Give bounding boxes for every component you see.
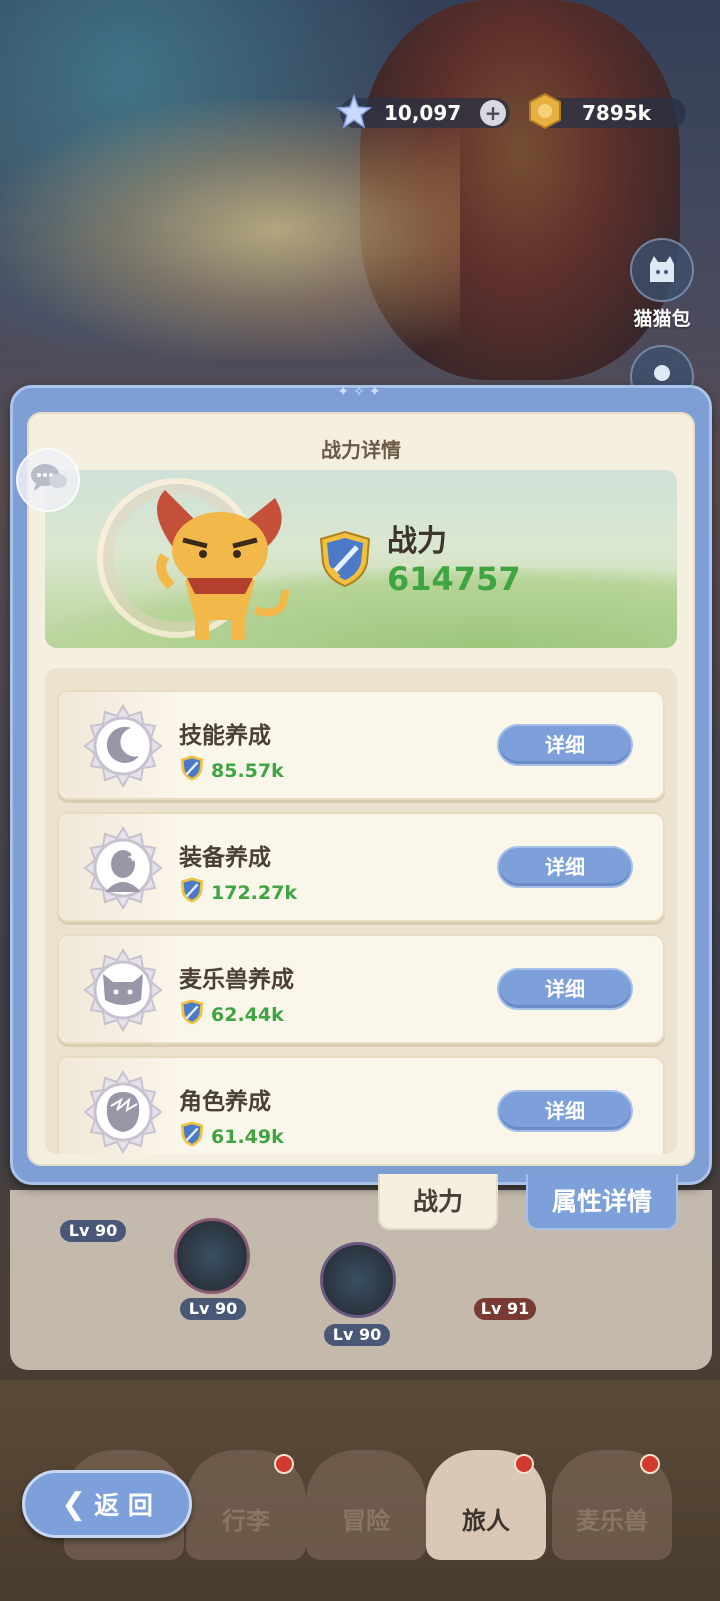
row-value: 61.49k [179, 1120, 284, 1153]
list-item: 麦乐兽养成 62.44k 详细 [57, 934, 665, 1044]
notification-dot [640, 1454, 660, 1474]
shield-sword-icon [179, 1120, 205, 1153]
panel-body: 战力详情 战力 614757 技能养成 85.57k 详细 装备养成 172.2… [27, 412, 695, 1166]
row-name: 技能养成 [179, 723, 271, 749]
detail-button[interactable]: 详细 [497, 846, 633, 888]
level-badge: Lv 90 [180, 1298, 246, 1320]
shield-sword-icon [179, 998, 205, 1031]
power-label: 战力 [387, 524, 447, 559]
list-item: 技能养成 85.57k 详细 [57, 690, 665, 800]
nav-item-adventure[interactable]: 冒险 [306, 1450, 426, 1560]
notification-dot [274, 1454, 294, 1474]
row-value: 62.44k [179, 998, 284, 1031]
detail-button[interactable]: 详细 [497, 1090, 633, 1132]
gold-counter: 7895k [529, 92, 686, 130]
detail-button[interactable]: 详细 [497, 724, 633, 766]
gem-star-icon [334, 92, 374, 132]
add-gems-button[interactable]: + [480, 100, 506, 126]
alien-head-icon [81, 826, 165, 910]
row-value: 172.27k [179, 876, 297, 909]
back-arrow-icon: ❮ [61, 1486, 87, 1522]
gem-counter: 10,097 + [336, 94, 510, 129]
level-badge: Lv 90 [324, 1324, 390, 1346]
shield-sword-icon [317, 529, 373, 593]
total-power: 战力 614757 [317, 524, 521, 598]
back-button[interactable]: ❮ 返 回 [22, 1470, 192, 1538]
row-name: 麦乐兽养成 [179, 967, 294, 993]
list-item: 装备养成 172.27k 详细 [57, 812, 665, 922]
gold-amount: 7895k [582, 101, 651, 125]
back-label: 返 回 [94, 1491, 153, 1520]
hero-card: 战力 614757 [45, 470, 677, 648]
cat-character-portrait [135, 470, 305, 648]
power-value: 614757 [387, 560, 521, 598]
tab-power[interactable]: 战力 [378, 1174, 498, 1230]
cat-bag-label: 猫猫包 [633, 308, 691, 330]
row-name: 装备养成 [179, 845, 271, 871]
character-head-icon [81, 1070, 165, 1154]
chat-bubble-icon [28, 461, 68, 499]
cat-bag-button[interactable]: 猫猫包 [622, 238, 702, 331]
shield-sword-icon [179, 876, 205, 909]
gold-coin-icon [526, 92, 566, 132]
level-badge: Lv 91 [474, 1298, 536, 1320]
nav-item-traveler[interactable]: 旅人 [426, 1450, 546, 1560]
cat-bag-icon [630, 238, 694, 302]
gem-amount: 10,097 [384, 101, 462, 125]
list-item: 角色养成 61.49k 详细 [57, 1056, 665, 1154]
nav-item-mellow-beast[interactable]: 麦乐兽 [552, 1450, 672, 1560]
notification-dot [514, 1454, 534, 1474]
skill-node[interactable] [174, 1218, 250, 1294]
row-value: 85.57k [179, 754, 284, 787]
shield-sword-icon [179, 754, 205, 787]
panel-ornament: ✦✧✦ [337, 384, 385, 400]
skill-node[interactable] [320, 1242, 396, 1318]
power-breakdown-list: 技能养成 85.57k 详细 装备养成 172.27k 详细 麦乐兽养成 62.… [45, 668, 677, 1154]
row-name: 角色养成 [179, 1089, 271, 1115]
power-detail-panel: ✦✧✦ 战力详情 战力 614757 技能养成 85.57k 详细 装备养成 1… [10, 384, 712, 1185]
panel-title: 战力详情 [321, 438, 401, 462]
moon-star-icon [81, 704, 165, 788]
detail-button[interactable]: 详细 [497, 968, 633, 1010]
nav-item-luggage[interactable]: 行李 [186, 1450, 306, 1560]
chat-button[interactable] [16, 448, 80, 512]
level-badge: Lv 90 [60, 1220, 126, 1242]
tab-attribute-details[interactable]: 属性详情 [526, 1174, 678, 1230]
cat-face-icon [81, 948, 165, 1032]
